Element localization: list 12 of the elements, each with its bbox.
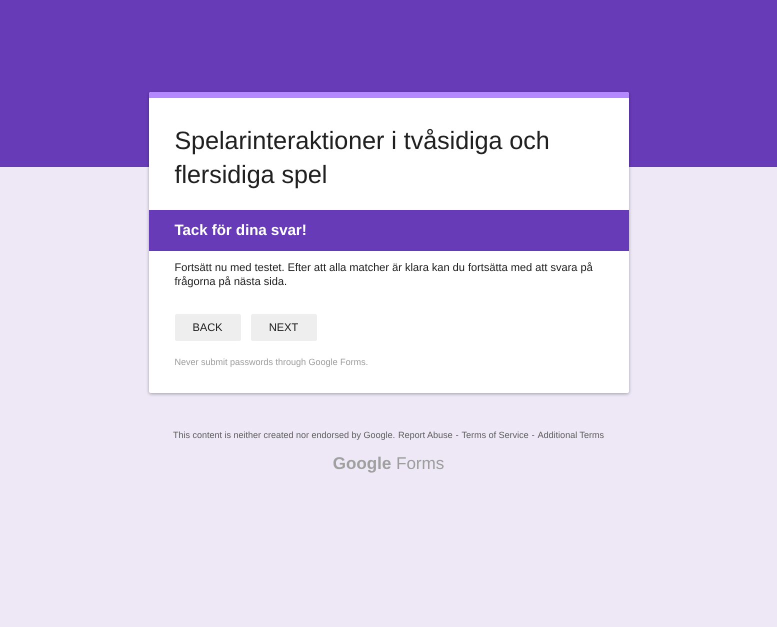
section-description: Fortsätt nu med testet. Efter att alla matcher är klara kan du fortsätta med att svara på frågorna på nästa sida. xyxy=(174,261,594,289)
footer-link[interactable]: Report Abuse xyxy=(398,430,453,440)
next-button[interactable]: NEXT xyxy=(250,314,316,341)
separator: - xyxy=(456,430,459,440)
form-title: Spelarinteraktioner i tvåsidiga och flersidiga spel xyxy=(174,126,551,191)
footer-link[interactable]: Additional Terms xyxy=(538,430,604,440)
back-button[interactable]: BACK xyxy=(174,314,240,341)
disclaimer-text: This content is neither created nor endorsed by Google. xyxy=(172,430,396,440)
section-title: Tack för dina svar! xyxy=(174,222,307,239)
footer-link[interactable]: Terms of Service xyxy=(462,430,529,440)
separator: - xyxy=(532,430,535,440)
password-warning: Never submit passwords through Google Forms. xyxy=(174,357,370,367)
